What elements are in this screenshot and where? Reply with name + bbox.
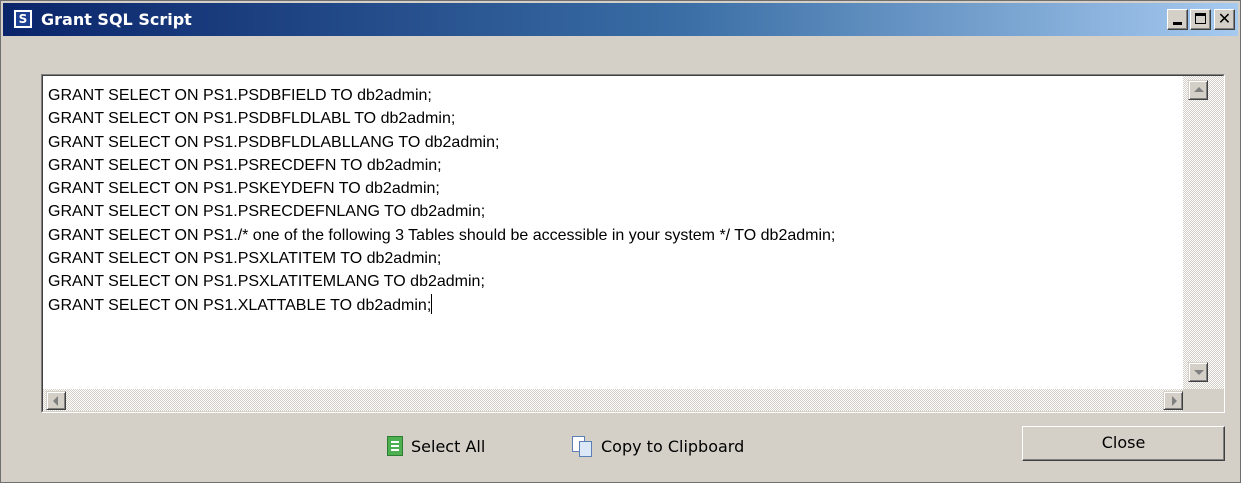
grant-sql-script-dialog: S Grant SQL Script ✕ GRANT SELECT ON PS1… bbox=[0, 0, 1241, 483]
minimize-button[interactable] bbox=[1167, 9, 1188, 30]
app-s-icon: S bbox=[13, 9, 33, 29]
sql-line: GRANT SELECT ON PS1.PSRECDEFNLANG TO db2… bbox=[48, 203, 486, 221]
vertical-scrollbar[interactable] bbox=[1183, 76, 1224, 389]
text-caret bbox=[431, 293, 433, 314]
sql-line: GRANT SELECT ON PS1.PSKEYDEFN TO db2admi… bbox=[48, 180, 440, 198]
maximize-icon bbox=[1195, 13, 1206, 24]
sql-script-textarea[interactable]: GRANT SELECT ON PS1.PSDBFIELD TO db2admi… bbox=[41, 74, 1225, 413]
sql-line-last-text: GRANT SELECT ON PS1.XLATTABLE TO db2admi… bbox=[48, 296, 432, 314]
title-bar[interactable]: S Grant SQL Script ✕ bbox=[3, 3, 1238, 36]
sql-line: GRANT SELECT ON PS1.PSXLATITEM TO db2adm… bbox=[48, 250, 442, 268]
horizontal-scrollbar[interactable] bbox=[43, 389, 1183, 411]
scroll-left-button[interactable] bbox=[46, 391, 66, 410]
arrow-down-icon bbox=[1194, 370, 1204, 375]
maximize-button[interactable] bbox=[1190, 9, 1211, 30]
copy-to-clipboard-button[interactable]: Copy to Clipboard bbox=[571, 433, 744, 459]
close-icon: ✕ bbox=[1217, 9, 1232, 28]
sql-line: GRANT SELECT ON PS1.PSXLATITEMLANG TO db… bbox=[48, 273, 485, 291]
close-window-button[interactable]: ✕ bbox=[1214, 9, 1235, 30]
sql-line-last: GRANT SELECT ON PS1.XLATTABLE TO db2admi… bbox=[48, 293, 1178, 317]
document-icon bbox=[387, 436, 403, 456]
sql-line: GRANT SELECT ON PS1.PSRECDEFN TO db2admi… bbox=[48, 156, 442, 174]
copy-to-clipboard-label: Copy to Clipboard bbox=[601, 436, 745, 456]
minimize-icon bbox=[1173, 22, 1182, 25]
sql-line: GRANT SELECT ON PS1./* one of the follow… bbox=[48, 226, 836, 244]
close-button[interactable]: Close bbox=[1022, 426, 1225, 461]
arrow-right-icon bbox=[1172, 396, 1177, 406]
select-all-button[interactable]: Select All bbox=[387, 433, 485, 459]
app-icon-letter: S bbox=[16, 12, 30, 26]
copy-icon bbox=[571, 435, 593, 457]
scroll-right-button[interactable] bbox=[1163, 391, 1183, 410]
arrow-left-icon bbox=[53, 396, 58, 406]
scroll-down-button[interactable] bbox=[1188, 362, 1208, 382]
sql-script-content[interactable]: GRANT SELECT ON PS1.PSDBFIELD TO db2admi… bbox=[48, 84, 1178, 317]
sql-line: GRANT SELECT ON PS1.PSDBFIELD TO db2admi… bbox=[48, 87, 432, 104]
arrow-up-icon bbox=[1194, 87, 1204, 92]
select-all-label: Select All bbox=[411, 436, 486, 456]
scroll-up-button[interactable] bbox=[1188, 80, 1208, 100]
sql-line: GRANT SELECT ON PS1.PSDBFLDLABLLANG TO d… bbox=[48, 133, 500, 151]
window-title: Grant SQL Script bbox=[41, 10, 192, 29]
scrollbar-corner bbox=[1183, 389, 1224, 411]
sql-line: GRANT SELECT ON PS1.PSDBFLDLABL TO db2ad… bbox=[48, 110, 456, 128]
